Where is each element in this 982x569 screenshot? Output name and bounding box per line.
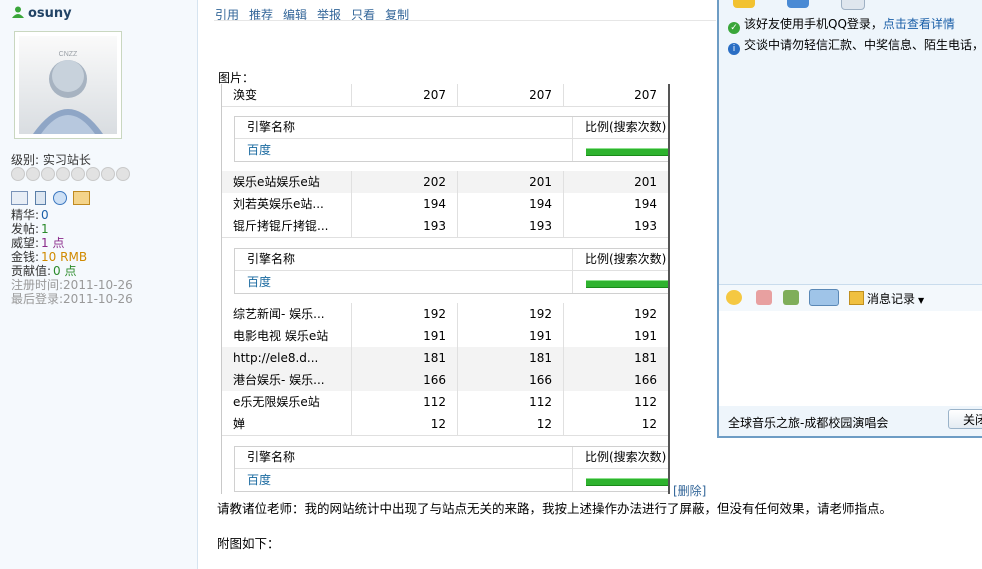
- last-login: 最后登录:2011-10-26: [11, 292, 133, 306]
- info-icon: i: [728, 43, 740, 55]
- stat-money: 金钱: 10 RMB: [11, 250, 88, 264]
- chat-toolbar: 消息记录 ▼: [719, 284, 982, 312]
- stat-contribution: 贡献值: 0 点: [11, 264, 77, 278]
- engine-link[interactable]: 百度: [247, 469, 271, 491]
- document-icon[interactable]: [34, 191, 46, 205]
- reg-time: 注册时间:2011-10-26: [11, 278, 133, 292]
- star-icon: [116, 167, 130, 181]
- engine-table: 引擎名称 比例(搜索次数) 百度: [234, 446, 668, 492]
- engine-link[interactable]: 百度: [247, 139, 271, 161]
- profile-card-icon[interactable]: [11, 191, 28, 205]
- table-row: e乐无限娱乐e站 112 112 112: [222, 391, 668, 414]
- ratio-bar: [586, 280, 668, 288]
- user-level: 级别: 实习站长: [11, 151, 91, 168]
- table-row: 电影电视 娱乐e站 191 191 191: [222, 325, 668, 348]
- username-row[interactable]: osuny: [12, 6, 72, 21]
- star-icon: [86, 167, 100, 181]
- view-details-link[interactable]: 点击查看详情: [883, 17, 955, 31]
- avatar-brand: CNZZ: [59, 51, 78, 58]
- stat-essence: 精华: 0: [11, 208, 49, 222]
- user-sidebar: osuny CNZZ 级别: 实习站长 精华: 0 发帖: 1 威望: 1 点 金钱:…: [0, 0, 198, 569]
- check-icon: ✓: [728, 22, 740, 34]
- engine-link[interactable]: 百度: [247, 271, 271, 293]
- attached-image[interactable]: 涣变 207 207 207 引擎名称 比例(搜索次数) 百度 娱乐e站娱乐e站…: [221, 84, 670, 494]
- table-row: 刘若英娱乐e站... 194 194 194: [222, 193, 668, 216]
- table-row: 涣变 207 207 207: [222, 84, 668, 107]
- table-row: 锟斤拷锟斤拷锟... 193 193 193: [222, 215, 668, 238]
- level-stars: [11, 167, 131, 184]
- stat-prestige: 威望: 1 点: [11, 236, 65, 250]
- star-icon: [11, 167, 25, 181]
- file-tool-icon[interactable]: [841, 0, 865, 10]
- star-icon: [101, 167, 115, 181]
- user-icon: [12, 6, 24, 18]
- ratio-bar: [586, 478, 668, 486]
- message-icon[interactable]: [73, 191, 91, 205]
- post-body: 请教诸位老师：我的网站统计中出现了与站点无关的来路，我按上述操作办法进行了屏蔽，…: [217, 501, 893, 516]
- mobile-login-note: ✓ 该好友使用手机QQ登录，点击查看详情: [728, 15, 955, 34]
- screenshot-icon[interactable]: [809, 289, 839, 306]
- table-row: http://ele8.d... 181 181 181: [222, 347, 668, 370]
- stat-posts: 发帖: 1: [11, 222, 49, 236]
- image-icon[interactable]: [783, 290, 799, 305]
- table-row: 综艺新闻- 娱乐... 192 192 192: [222, 303, 668, 326]
- table-row: 娱乐e站娱乐e站 202 201 201: [222, 171, 668, 194]
- chat-footer: 全球音乐之旅-成都校园演唱会 关闭: [719, 406, 982, 436]
- level-label: 级别:: [11, 153, 40, 167]
- post-body-note: 附图如下：: [217, 536, 280, 551]
- emoji-icon[interactable]: [726, 290, 742, 305]
- history-icon: [849, 291, 864, 305]
- ad-link[interactable]: 全球音乐之旅-成都校园演唱会: [728, 414, 888, 431]
- qq-top-icons: [719, 0, 982, 10]
- table-row: 港台娱乐- 娱乐... 166 166 166: [222, 369, 668, 392]
- close-button[interactable]: 关闭: [948, 409, 982, 429]
- chevron-down-icon: ▼: [918, 296, 925, 305]
- chat-input[interactable]: [719, 311, 982, 406]
- star-icon: [41, 167, 55, 181]
- user-action-icons: [11, 191, 93, 208]
- emoji-tool-icon[interactable]: [733, 0, 755, 8]
- engine-table: 引擎名称 比例(搜索次数) 百度: [234, 248, 668, 294]
- engine-table: 引擎名称 比例(搜索次数) 百度: [234, 116, 668, 162]
- delete-link[interactable]: [删除]: [673, 482, 706, 499]
- message-history-button[interactable]: 消息记录 ▼: [849, 290, 924, 307]
- default-avatar-icon: CNZZ: [33, 51, 103, 134]
- app-tool-icon[interactable]: [787, 0, 809, 8]
- star-icon: [26, 167, 40, 181]
- shake-icon[interactable]: [756, 290, 772, 305]
- security-note: i 交谈中请勿轻信汇款、中奖信息、陌生电话，: [728, 36, 982, 55]
- level-value: 实习站长: [42, 153, 91, 167]
- ratio-bar: [586, 148, 668, 156]
- avatar[interactable]: CNZZ: [14, 31, 122, 139]
- star-icon: [56, 167, 70, 181]
- divider: [214, 20, 716, 21]
- star-icon: [71, 167, 85, 181]
- table-row: 婵 12 12 12: [222, 413, 668, 436]
- username[interactable]: osuny: [28, 6, 72, 21]
- qq-chat-window: ✓ 该好友使用手机QQ登录，点击查看详情 i 交谈中请勿轻信汇款、中奖信息、陌生电话…: [717, 0, 982, 438]
- add-friend-icon[interactable]: [52, 191, 67, 205]
